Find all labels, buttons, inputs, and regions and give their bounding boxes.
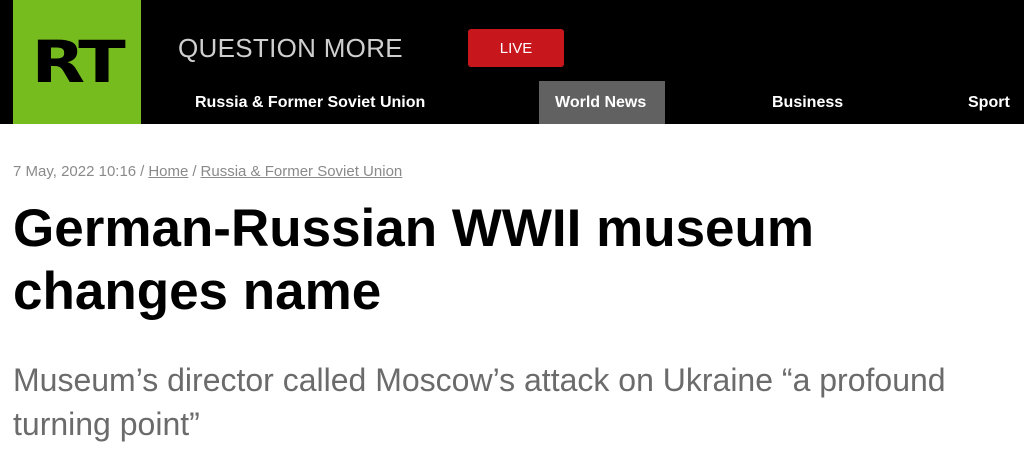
breadcrumb-home-link[interactable]: Home	[148, 163, 188, 180]
breadcrumb-separator: /	[192, 163, 197, 180]
nav-item-sport[interactable]: Sport	[968, 81, 1010, 124]
site-header: RT QUESTION MORE LIVE Russia & Former So…	[0, 0, 1024, 124]
article-summary: Museum’s director called Moscow’s attack…	[13, 362, 946, 442]
live-button[interactable]: LIVE	[468, 29, 564, 67]
breadcrumb-separator: /	[140, 163, 145, 180]
article-timestamp: 7 May, 2022 10:16	[13, 163, 137, 180]
tagline: QUESTION MORE	[178, 33, 403, 63]
article-headline: German-Russian WWII museum changes name	[13, 199, 815, 321]
breadcrumb-section-link[interactable]: Russia & Former Soviet Union	[201, 163, 403, 180]
nav-item-russia-former-soviet-union[interactable]: Russia & Former Soviet Union	[195, 81, 425, 124]
logo-text: RT	[31, 28, 126, 96]
nav-item-business[interactable]: Business	[772, 81, 843, 124]
nav-item-world-news[interactable]: World News	[539, 81, 665, 124]
rt-logo[interactable]: RT	[13, 0, 141, 124]
breadcrumb: 7 May, 2022 10:16/Home / Russia & Former S…	[13, 163, 402, 180]
